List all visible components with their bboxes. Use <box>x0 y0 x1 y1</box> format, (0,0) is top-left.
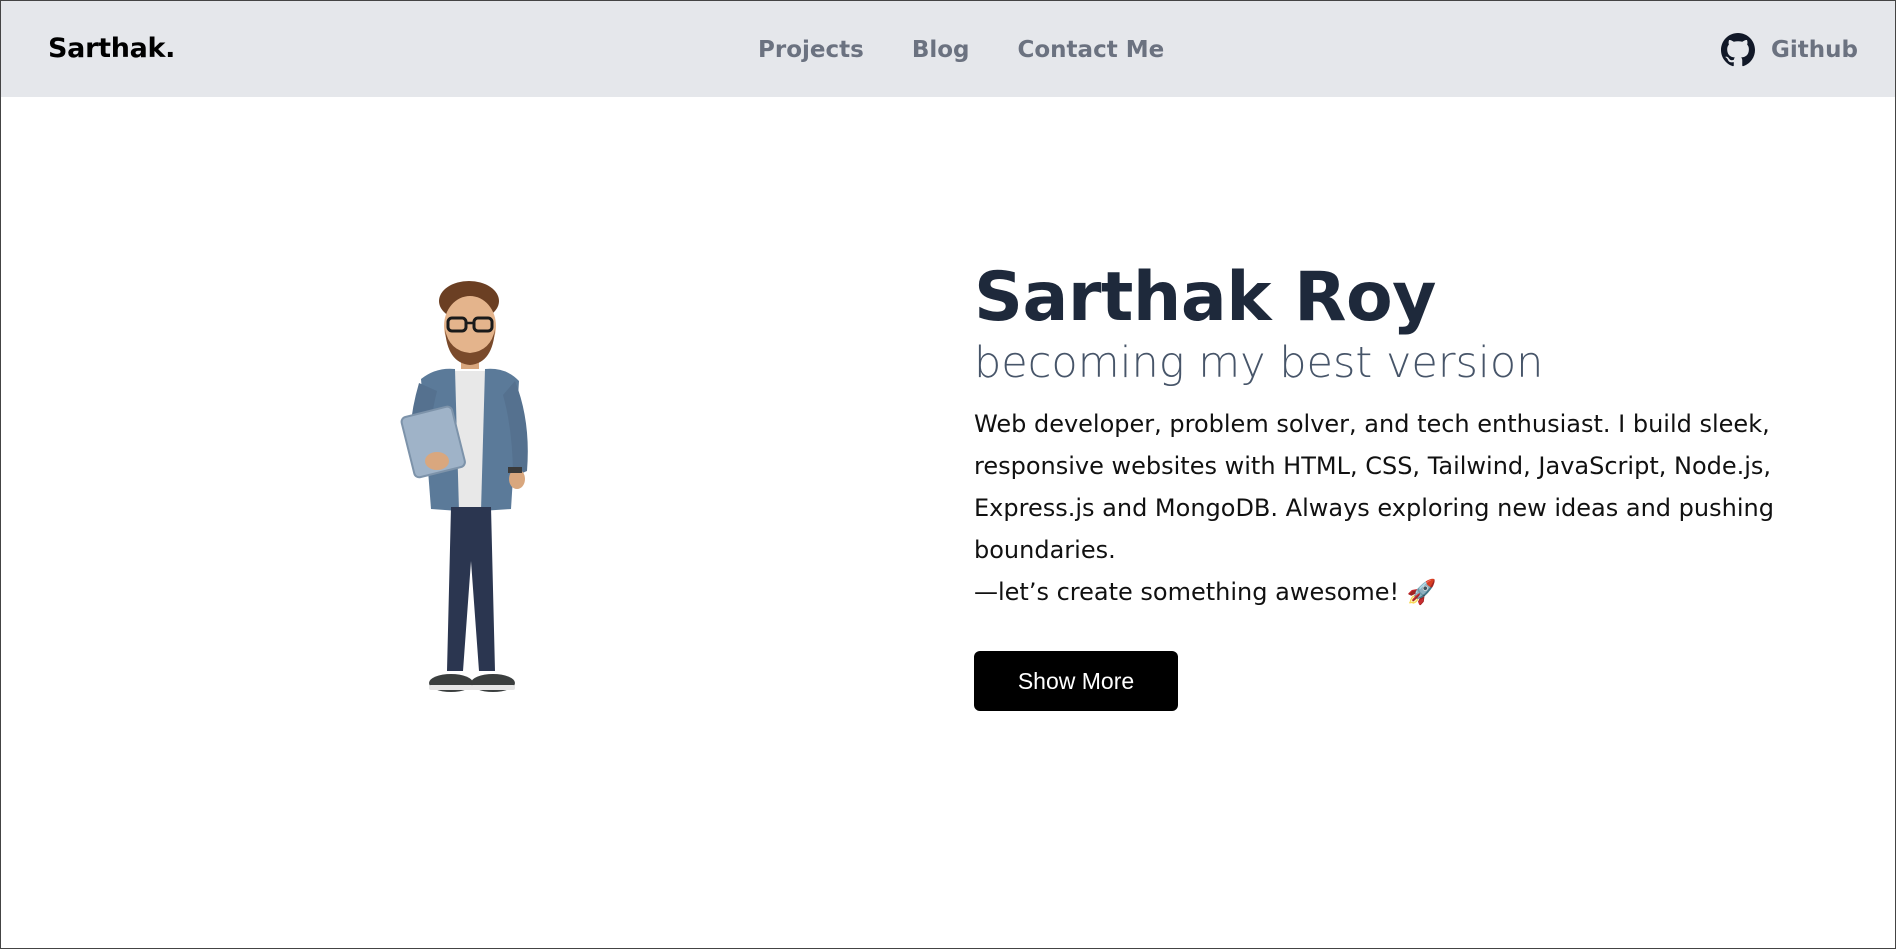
github-link[interactable]: Github <box>1721 33 1858 67</box>
hero-closing-text: —let’s create something awesome! 🚀 <box>974 578 1437 606</box>
hero-tagline: becoming my best version <box>974 338 1544 388</box>
hero-content: Sarthak Roy becoming my best version Web… <box>974 259 1794 711</box>
hero-description: Web developer, problem solver, and tech … <box>974 403 1774 613</box>
nav-link-projects[interactable]: Projects <box>758 37 864 63</box>
avatar-figure <box>400 281 528 692</box>
hero-description-text: Web developer, problem solver, and tech … <box>974 410 1774 564</box>
navbar: Sarthak. Projects Blog Contact Me Github <box>1 1 1895 97</box>
github-label: Github <box>1771 37 1858 63</box>
page: Sarthak. Projects Blog Contact Me Github <box>0 0 1896 949</box>
github-icon <box>1721 33 1755 67</box>
hero-name: Sarthak Roy <box>974 258 1437 337</box>
show-more-button[interactable]: Show More <box>974 651 1178 711</box>
nav-link-contact[interactable]: Contact Me <box>1018 37 1165 63</box>
nav-links: Projects Blog Contact Me <box>758 37 1164 63</box>
nav-link-blog[interactable]: Blog <box>912 37 970 63</box>
brand-logo[interactable]: Sarthak. <box>48 33 175 64</box>
avatar-illustration <box>381 271 581 721</box>
